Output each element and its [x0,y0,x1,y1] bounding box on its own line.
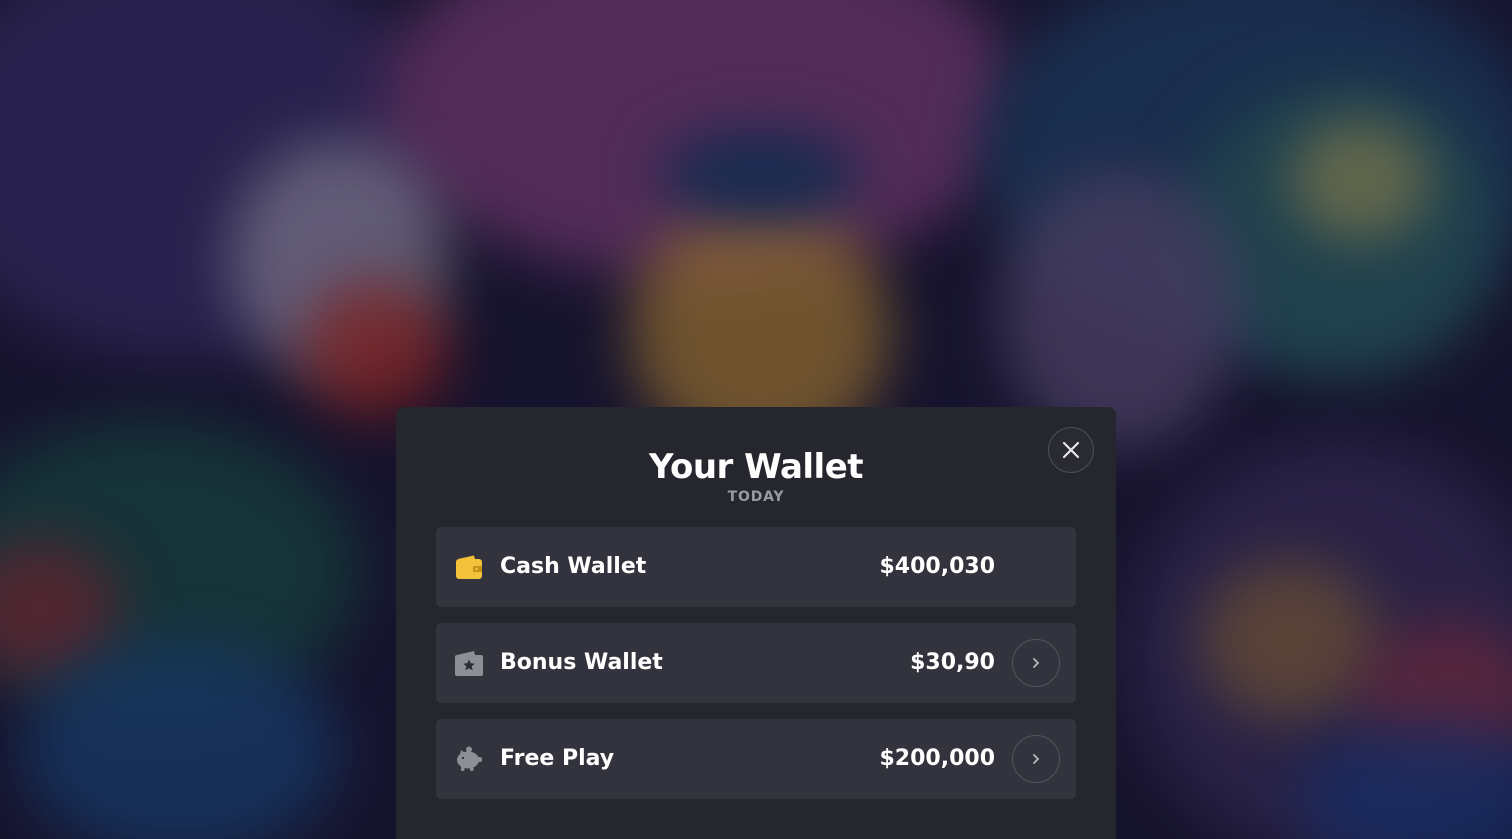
wallet-row-free-play: Free Play $200,000 [436,719,1076,799]
modal-title: Your Wallet [648,447,864,487]
wallet-row-cash: Cash Wallet $400,030 [436,527,1076,607]
bonus-wallet-details-button[interactable] [1012,639,1060,687]
wallet-icon [454,552,484,582]
wallet-label: Free Play [500,746,615,771]
free-play-details-button[interactable] [1012,735,1060,783]
wallet-amount: $200,000 [879,746,995,771]
piggy-bank-icon [454,744,484,774]
wallet-amount: $400,030 [879,554,995,579]
close-button[interactable] [1048,427,1094,473]
bonus-wallet-star-icon [454,648,484,678]
wallet-modal: Your Wallet TODAY Cash Wallet $400,030 B… [396,407,1116,839]
close-icon [1062,441,1080,459]
chevron-right-icon [1033,658,1039,668]
wallet-label: Bonus Wallet [500,650,663,675]
wallet-amount: $30,90 [910,650,995,675]
wallet-row-bonus: Bonus Wallet $30,90 [436,623,1076,703]
chevron-right-icon [1033,754,1039,764]
modal-subtitle: TODAY [727,489,785,505]
wallet-label: Cash Wallet [500,554,647,579]
